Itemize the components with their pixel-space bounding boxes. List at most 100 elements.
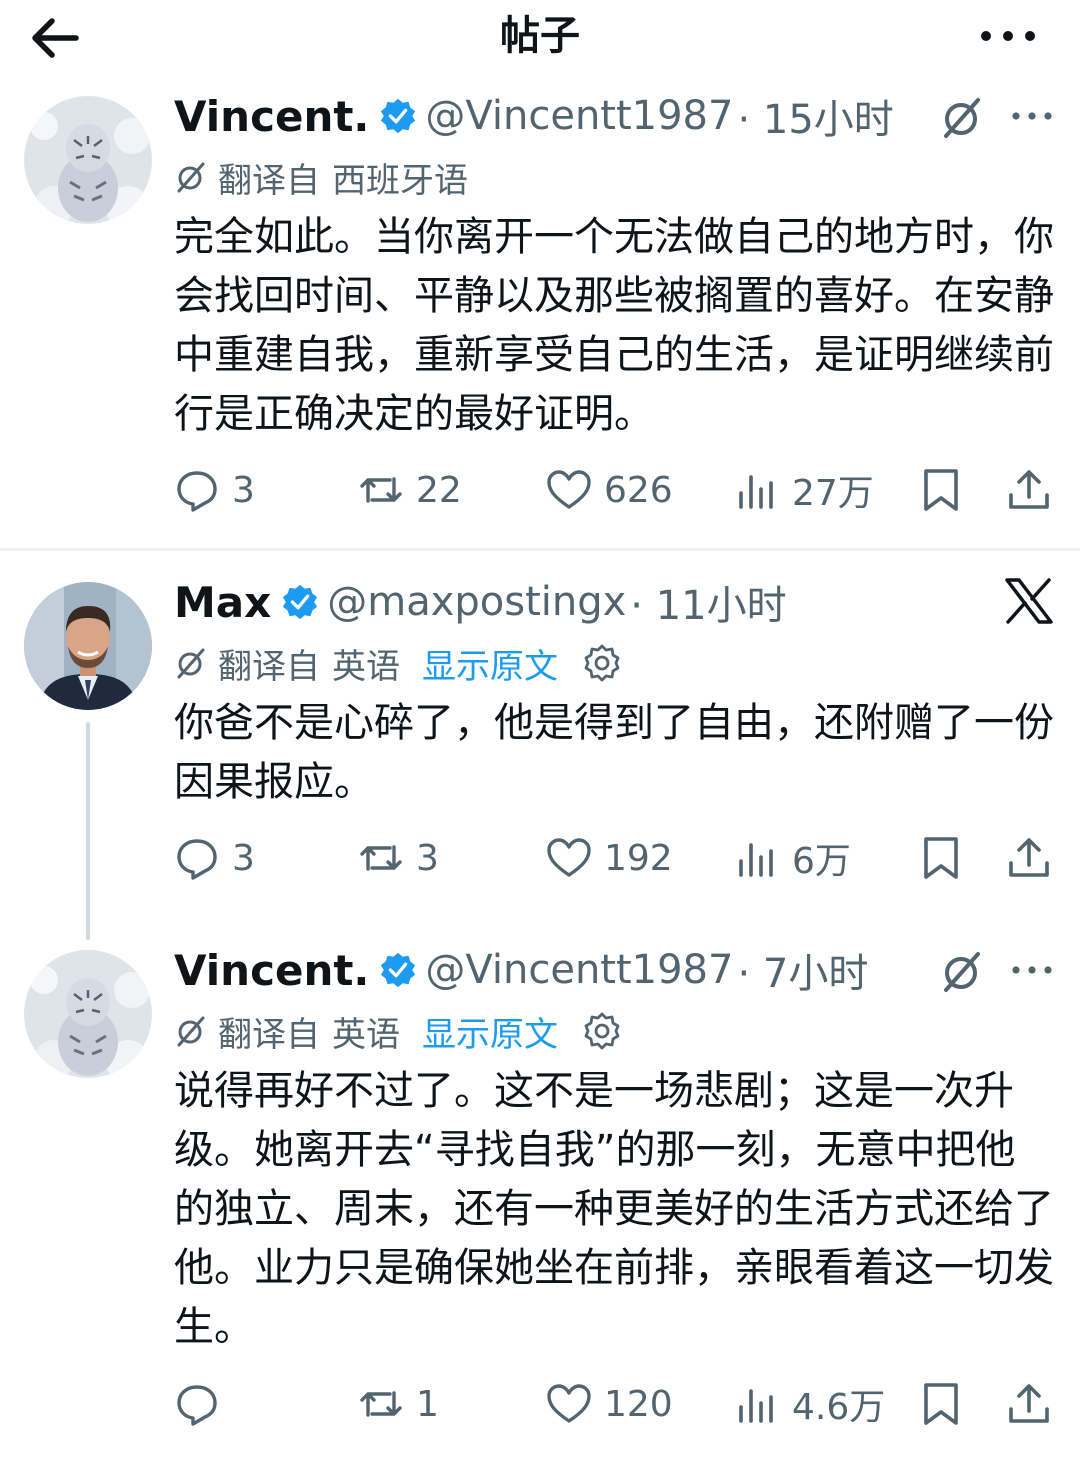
like-count: 626: [604, 469, 673, 511]
share-icon: [1009, 838, 1049, 877]
like-button[interactable]: 120: [546, 1376, 673, 1432]
reply-button[interactable]: 3: [174, 830, 255, 886]
user-handle[interactable]: @Vincentt1987: [425, 93, 733, 139]
display-name[interactable]: Vincent.: [174, 92, 369, 141]
post-text: 完全如此。当你离开一个无法做自己的地方时，你会找回时间、平静以及那些被搁置的喜好…: [174, 214, 1054, 437]
post-more-icon[interactable]: [1010, 960, 1054, 980]
share-button[interactable]: [1006, 1376, 1052, 1432]
source-language: 英语: [332, 1014, 400, 1055]
repost-icon: [360, 845, 402, 871]
views-button[interactable]: 6万: [734, 830, 851, 886]
translation-row: 翻译自 英语 显示原文: [174, 638, 622, 688]
white-tiger-avatar-icon: [24, 950, 152, 1078]
top-bar: 帖子: [0, 0, 1080, 78]
repost-count: 3: [416, 837, 439, 879]
show-original-link[interactable]: 显示原文: [422, 639, 558, 688]
grok-icon[interactable]: [938, 94, 986, 142]
views-button[interactable]: 27万: [734, 462, 874, 518]
repost-icon: [360, 477, 402, 503]
translation-row: 翻译自 西班牙语: [174, 152, 468, 202]
translated-from-label: 翻译自: [218, 646, 320, 687]
avatar[interactable]: [24, 96, 152, 224]
action-bar: 1 120 4.6万: [174, 1376, 1054, 1432]
white-tiger-avatar-icon: [24, 96, 152, 224]
reply-button[interactable]: [174, 1376, 232, 1432]
verified-badge-icon: [283, 584, 318, 620]
translate-icon: [177, 1016, 205, 1047]
repost-button[interactable]: 22: [358, 462, 462, 518]
post-header: Max @maxpostingx · 11小时: [174, 574, 787, 630]
show-original-link[interactable]: 显示原文: [422, 1007, 558, 1056]
thread-connector-line: [86, 722, 90, 940]
bookmark-icon: [924, 837, 958, 879]
post-time[interactable]: · 7小时: [737, 941, 868, 999]
source-language: 英语: [332, 646, 400, 687]
reply-button[interactable]: 3: [174, 462, 255, 518]
display-name[interactable]: Vincent.: [174, 946, 369, 995]
grok-icon[interactable]: [938, 948, 986, 996]
repost-button[interactable]: 1: [358, 1376, 439, 1432]
user-handle[interactable]: @maxpostingx: [327, 579, 626, 625]
like-count: 120: [604, 1383, 673, 1425]
settings-gear-icon[interactable]: [582, 1011, 622, 1051]
action-bar: 3 22 626 27万: [174, 462, 1054, 518]
heart-icon: [547, 838, 591, 877]
settings-gear-icon[interactable]: [582, 643, 622, 683]
more-options-icon[interactable]: [976, 14, 1040, 58]
view-count: 6万: [792, 841, 851, 882]
user-handle[interactable]: @Vincentt1987: [425, 947, 733, 993]
translate-icon: [177, 162, 205, 193]
views-chart-icon: [739, 475, 773, 509]
repost-button[interactable]: 3: [358, 830, 439, 886]
views-button[interactable]: 4.6万: [734, 1376, 885, 1432]
views-chart-icon: [739, 1389, 773, 1423]
man-portrait-avatar-icon: [24, 582, 152, 710]
repost-count: 1: [416, 1383, 439, 1425]
post-time[interactable]: · 11小时: [630, 573, 786, 631]
like-count: 192: [604, 837, 673, 879]
reply-count: 3: [232, 469, 255, 511]
post-header: Vincent. @Vincentt1987 · 7小时: [174, 942, 868, 998]
translated-from-label: 翻译自: [218, 1014, 320, 1055]
post-more-icon[interactable]: [1010, 106, 1054, 126]
share-button[interactable]: [1006, 830, 1052, 886]
repost-count: 22: [416, 469, 462, 511]
verified-badge-icon: [381, 952, 416, 988]
post-divider: [0, 548, 1080, 551]
reply-count: 3: [232, 837, 255, 879]
verified-badge-icon: [381, 98, 416, 134]
page-title: 帖子: [500, 13, 580, 59]
share-button[interactable]: [1006, 462, 1052, 518]
post-time[interactable]: · 15小时: [737, 87, 893, 145]
translate-icon: [177, 648, 205, 679]
action-bar: 3 3 192 6万: [174, 830, 1054, 886]
source-language: 西班牙语: [332, 160, 468, 201]
translation-row: 翻译自 英语 显示原文: [174, 1006, 622, 1056]
like-button[interactable]: 192: [546, 830, 673, 886]
share-icon: [1009, 1384, 1049, 1423]
bookmark-button[interactable]: [918, 462, 964, 518]
reply-icon: [177, 1385, 217, 1426]
heart-icon: [547, 470, 591, 509]
post-text: 说得再好不过了。这不是一场悲剧；这是一次升级。她离开去“寻找自我”的那一刻，无意…: [174, 1068, 1054, 1350]
avatar[interactable]: [24, 582, 152, 710]
post-header: Vincent. @Vincentt1987 · 15小时: [174, 88, 894, 144]
repost-icon: [360, 1391, 402, 1417]
post-text: 你爸不是心碎了，他是得到了自由，还附赠了一份因果报应。: [174, 700, 1054, 805]
display-name[interactable]: Max: [174, 578, 271, 627]
x-logo-icon[interactable]: [1004, 578, 1054, 624]
share-icon: [1009, 470, 1049, 509]
views-chart-icon: [739, 843, 773, 877]
bookmark-icon: [924, 469, 958, 511]
view-count: 27万: [792, 473, 874, 514]
reply-icon: [177, 471, 217, 512]
bookmark-button[interactable]: [918, 1376, 964, 1432]
reply-icon: [177, 839, 217, 880]
heart-icon: [547, 1384, 591, 1423]
avatar[interactable]: [24, 950, 152, 1078]
bookmark-icon: [924, 1383, 958, 1425]
view-count: 4.6万: [792, 1387, 886, 1428]
like-button[interactable]: 626: [546, 462, 673, 518]
translated-from-label: 翻译自: [218, 160, 320, 201]
bookmark-button[interactable]: [918, 830, 964, 886]
